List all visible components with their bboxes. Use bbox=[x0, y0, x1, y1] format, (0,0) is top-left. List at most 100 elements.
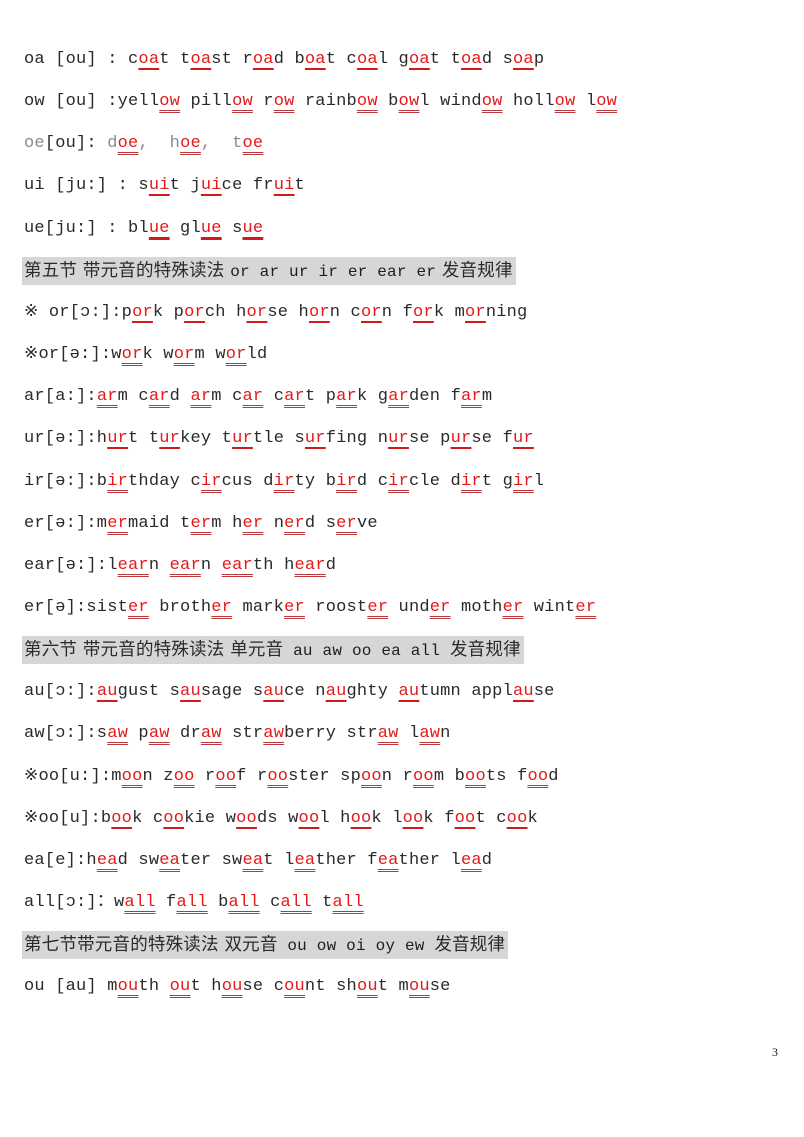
highlighted-letters: oe bbox=[180, 134, 201, 154]
highlighted-letters: au bbox=[398, 682, 420, 702]
line-text: m w bbox=[194, 345, 226, 365]
highlighted-letters: ow bbox=[481, 92, 503, 112]
line-text: t c bbox=[475, 808, 507, 828]
highlighted-letters: er bbox=[429, 597, 451, 617]
highlighted-letters: ur bbox=[107, 429, 129, 449]
highlighted-letters: oo bbox=[121, 766, 143, 786]
line-text: ce fr bbox=[221, 176, 274, 196]
line-text: se f bbox=[471, 429, 513, 449]
phonics-rule-line: ear[ə:]:learn earn earth heard bbox=[24, 553, 336, 579]
line-text: ir[ə:]:b bbox=[24, 471, 108, 491]
line-text: se bbox=[533, 682, 555, 702]
highlighted-letters: er bbox=[107, 513, 129, 533]
phonics-rule-line: ue[ju:] : blue glue sue bbox=[24, 216, 263, 242]
highlighted-letters: aw bbox=[419, 724, 441, 744]
highlighted-letters: ui bbox=[200, 176, 222, 196]
line-text: ar[a:]: bbox=[24, 387, 97, 407]
line-text: n bbox=[200, 555, 222, 575]
highlighted-letters: ir bbox=[273, 471, 295, 491]
line-text: n r bbox=[381, 766, 414, 786]
line-text: ※ or[ɔ:]:p bbox=[24, 302, 133, 322]
line-text: ear[ə:]:l bbox=[24, 555, 118, 575]
line-text: [ou]: bbox=[44, 134, 108, 154]
highlighted-letters: er bbox=[575, 597, 597, 617]
highlighted-letters: all bbox=[176, 893, 208, 912]
line-text: ur[ə:]:h bbox=[24, 429, 108, 449]
line-text: d s bbox=[481, 50, 514, 69]
line-text: d sw bbox=[117, 850, 160, 870]
highlighted-letters: au bbox=[512, 682, 534, 702]
highlighted-letters: ow bbox=[159, 92, 181, 112]
line-text: thday c bbox=[128, 471, 201, 491]
highlighted-letters: ow bbox=[273, 92, 295, 112]
line-text: l bbox=[398, 724, 420, 744]
line-text: l g bbox=[377, 50, 409, 69]
heading-text: 发音规律 bbox=[436, 260, 513, 281]
highlighted-letters: oo bbox=[402, 808, 424, 828]
highlighted-letters: ur bbox=[388, 429, 409, 449]
phonics-rule-line: ar[a:]:arm card arm car cart park garden… bbox=[24, 384, 492, 410]
line-text: k f bbox=[423, 808, 455, 828]
line-text: ui [ju:] : s bbox=[24, 176, 149, 196]
highlighted-letters: oe bbox=[242, 134, 264, 154]
highlighted-letters: ur bbox=[450, 429, 472, 449]
highlighted-letters: oa bbox=[356, 50, 378, 69]
highlighted-letters: aw bbox=[377, 724, 399, 744]
line-text: ue[ju:] : bl bbox=[24, 218, 149, 238]
line-text: l h bbox=[319, 808, 351, 828]
highlighted-letters: oa bbox=[252, 50, 274, 69]
line-text: ter sw bbox=[180, 850, 243, 870]
highlighted-letters: ea bbox=[294, 850, 316, 870]
heading-text: au aw oo ea all bbox=[283, 642, 450, 661]
line-text: ch h bbox=[204, 302, 247, 322]
line-text: gl bbox=[169, 218, 201, 238]
highlighted-letters: oe bbox=[117, 134, 139, 154]
highlighted-letters: ui bbox=[273, 176, 295, 196]
line-text: ve bbox=[356, 513, 378, 533]
highlighted-letters: er bbox=[502, 597, 524, 617]
line-text: t bbox=[294, 176, 305, 196]
highlighted-letters: ar bbox=[336, 387, 357, 407]
line-text: ow [ou] :yell bbox=[24, 92, 160, 112]
line-text: nt sh bbox=[304, 977, 357, 997]
heading-text: or ar ur ir er ear er bbox=[230, 262, 437, 281]
highlighted-letters: ea bbox=[159, 850, 181, 870]
line-text: m b bbox=[433, 766, 466, 786]
line-text: den f bbox=[409, 387, 462, 407]
line-text: oe bbox=[24, 134, 45, 154]
highlighted-letters: au bbox=[325, 682, 347, 702]
highlighted-letters: ear bbox=[117, 555, 149, 575]
line-text: k w bbox=[142, 345, 174, 365]
highlighted-letters: oo bbox=[215, 766, 237, 786]
line-text: t c bbox=[325, 50, 357, 69]
line-text: t t bbox=[429, 50, 461, 69]
highlighted-letters: oa bbox=[138, 50, 160, 69]
highlighted-letters: ou bbox=[408, 977, 430, 997]
highlighted-letters: oo bbox=[236, 808, 257, 828]
highlighted-letters: oo bbox=[506, 808, 528, 828]
highlighted-letters: ar bbox=[148, 387, 170, 407]
highlighted-letters: ow bbox=[356, 92, 378, 112]
phonics-rule-line: er[ə]:sister brother marker rooster unde… bbox=[24, 595, 596, 621]
line-text: k l bbox=[371, 808, 403, 828]
line-text: ghty bbox=[346, 682, 399, 702]
line-text: rainb bbox=[294, 92, 357, 112]
line-text: ther l bbox=[398, 850, 461, 870]
highlighted-letters: or bbox=[225, 345, 247, 365]
highlighted-letters: ir bbox=[512, 471, 534, 491]
highlighted-letters: oo bbox=[360, 766, 382, 786]
highlighted-letters: ur bbox=[159, 429, 181, 449]
highlighted-letters: or bbox=[121, 345, 143, 365]
line-text: ※oo[u:]:m bbox=[24, 766, 122, 786]
line-text: aw[ɔ:]:s bbox=[24, 724, 108, 744]
line-text: b bbox=[207, 893, 229, 912]
phonics-rule-line: au[ɔ:]:august sausage sauce naughty autu… bbox=[24, 679, 555, 705]
highlighted-letters: oo bbox=[163, 808, 185, 828]
phonics-rule-line: ※oo[u:]:moon zoo roof rooster spoon room… bbox=[24, 764, 559, 790]
line-text: k c bbox=[132, 808, 164, 828]
highlighted-letters: au bbox=[96, 682, 118, 702]
line-text: t h bbox=[190, 977, 222, 997]
line-text: ou [au] m bbox=[24, 977, 118, 997]
highlighted-letters: or bbox=[465, 302, 486, 322]
line-text: au[ɔ:]: bbox=[24, 682, 97, 702]
